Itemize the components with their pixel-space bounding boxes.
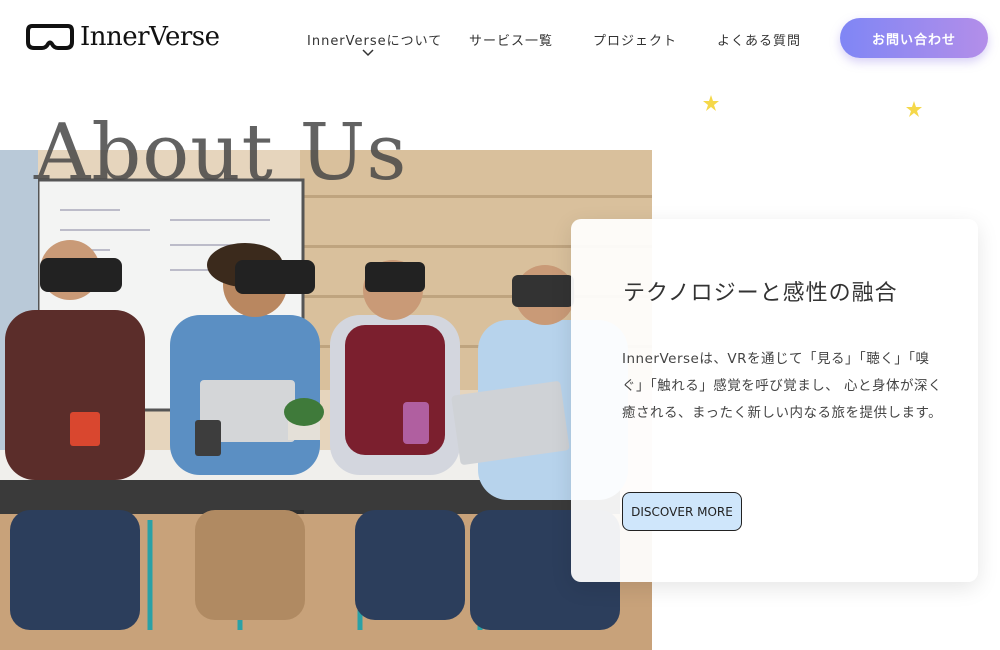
card-body-text: InnerVerseは、VRを通じて「見る」「聴く」「嗅ぐ」「触れる」感覚を呼び… [622,351,943,421]
nav-item-label: サービス一覧 [469,34,554,49]
intro-card: テクノロジーと感性の融合 InnerVerseは、VRを通じて「見る」「聴く」「… [571,219,978,582]
star-icon [906,101,922,117]
nav-item-label: プロジェクト [593,34,678,49]
discover-more-button[interactable]: DISCOVER MORE [622,492,742,531]
brand-logo[interactable]: InnerVerse [26,22,220,52]
vr-headset-logo-icon [26,24,74,50]
nav-item-faq[interactable]: よくある質問 [717,30,837,49]
nav-item-label: よくある質問 [717,34,802,49]
brand-name: InnerVerse [80,22,220,52]
main-nav: InnerVerseについて サービス一覧 プロジェクト よくある質問 [307,30,837,57]
chevron-down-icon [362,49,374,57]
contact-button[interactable]: お問い合わせ [840,18,988,58]
page-title: About Us [34,108,408,198]
card-heading: テクノロジーと感性の融合 [623,281,898,306]
site-header: InnerVerse InnerVerseについて サービス一覧 プロジェクト … [0,0,1000,80]
nav-item-services[interactable]: サービス一覧 [469,30,593,49]
nav-item-about[interactable]: InnerVerseについて [307,30,469,57]
star-icon [703,95,719,111]
hero-photo [0,150,652,650]
nav-item-label: InnerVerseについて [307,34,443,49]
nav-item-projects[interactable]: プロジェクト [593,30,717,49]
